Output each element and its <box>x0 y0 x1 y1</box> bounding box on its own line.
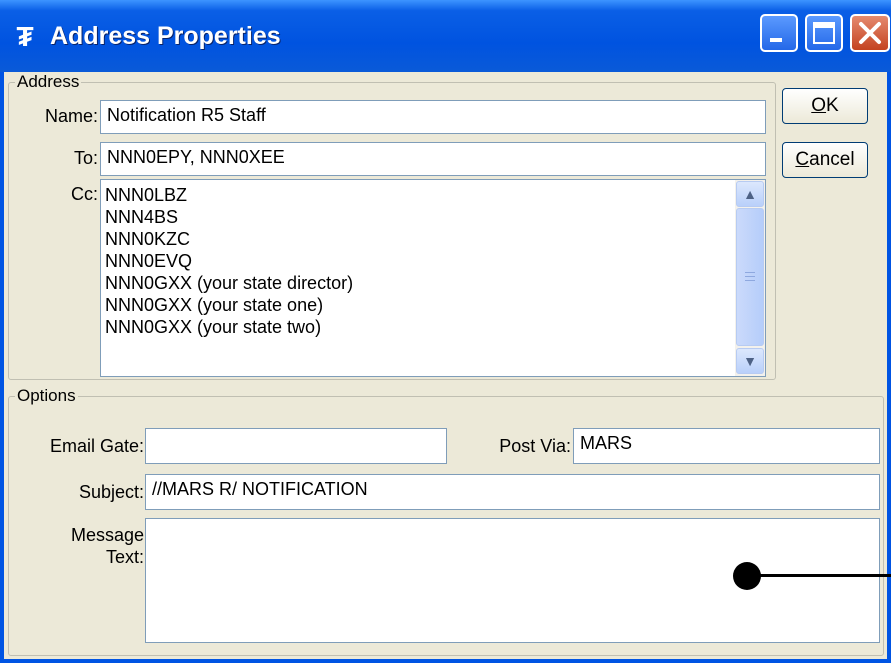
cancel-label: ancel <box>809 149 855 170</box>
to-label: To: <box>73 148 98 168</box>
subject-field[interactable]: //MARS R/ NOTIFICATION <box>145 474 880 510</box>
scroll-down-icon: ▼ <box>743 353 757 369</box>
annotation-leader-line <box>755 574 891 577</box>
post-via-label: Post Via: <box>499 436 571 456</box>
close-button[interactable] <box>850 14 890 52</box>
cancel-button[interactable]: Cancel <box>782 142 868 178</box>
grip-line <box>745 272 755 273</box>
name-label: Name: <box>44 106 98 126</box>
ok-label: K <box>826 95 839 116</box>
email-gate-field[interactable] <box>145 428 447 464</box>
options-group-legend: Options <box>17 386 76 405</box>
maximize-icon <box>813 22 835 44</box>
cc-line: NNN0GXX (your state one) <box>105 295 324 315</box>
message-text-field[interactable] <box>145 518 880 643</box>
grip-line <box>745 276 755 277</box>
scroll-thumb[interactable] <box>736 208 764 346</box>
ok-button[interactable]: OK <box>782 88 868 124</box>
cc-list-field[interactable]: NNN0LBZ NNN4BS NNN0KZC NNN0EVQ NNN0GXX (… <box>100 179 766 377</box>
grip-line <box>745 280 755 281</box>
cc-line: NNN0LBZ <box>105 185 188 205</box>
cancel-mnemonic: C <box>795 149 810 170</box>
cc-line: NNN0KZC <box>105 229 191 249</box>
scroll-up-button[interactable]: ▲ <box>736 181 764 207</box>
cc-line: NNN0GXX (your state two) <box>105 317 322 337</box>
to-field[interactable]: NNN0EPY, NNN0XEE <box>100 142 766 176</box>
scroll-up-icon: ▲ <box>743 186 757 202</box>
ok-mnemonic: O <box>811 95 827 116</box>
address-group-legend: Address <box>17 72 80 91</box>
window-title: Address Properties <box>50 22 281 50</box>
message-label-line1: Message <box>70 525 144 545</box>
cc-label: Cc: <box>71 184 98 204</box>
address-properties-window: ₮ Address Properties Address Name: Notif… <box>0 0 891 663</box>
subject-label: Subject: <box>78 482 144 502</box>
minimize-icon <box>770 38 782 42</box>
message-label-line2: Text: <box>105 547 144 567</box>
post-via-field[interactable]: MARS <box>573 428 880 464</box>
cc-scrollbar[interactable]: ▲ ▼ <box>735 180 765 376</box>
name-field[interactable]: Notification R5 Staff <box>100 100 766 134</box>
app-icon: ₮ <box>16 21 34 52</box>
scroll-down-button[interactable]: ▼ <box>736 348 764 374</box>
cc-line: NNN0EVQ <box>105 251 193 271</box>
title-bar[interactable]: ₮ Address Properties <box>0 0 891 72</box>
maximize-button[interactable] <box>805 14 843 52</box>
email-gate-label: Email Gate: <box>49 436 144 456</box>
message-text-label: Message Text: <box>12 524 144 568</box>
minimize-button[interactable] <box>760 14 798 52</box>
cc-line: NNN4BS <box>105 207 179 227</box>
cc-line: NNN0GXX (your state director) <box>105 273 354 293</box>
close-icon <box>859 22 881 44</box>
